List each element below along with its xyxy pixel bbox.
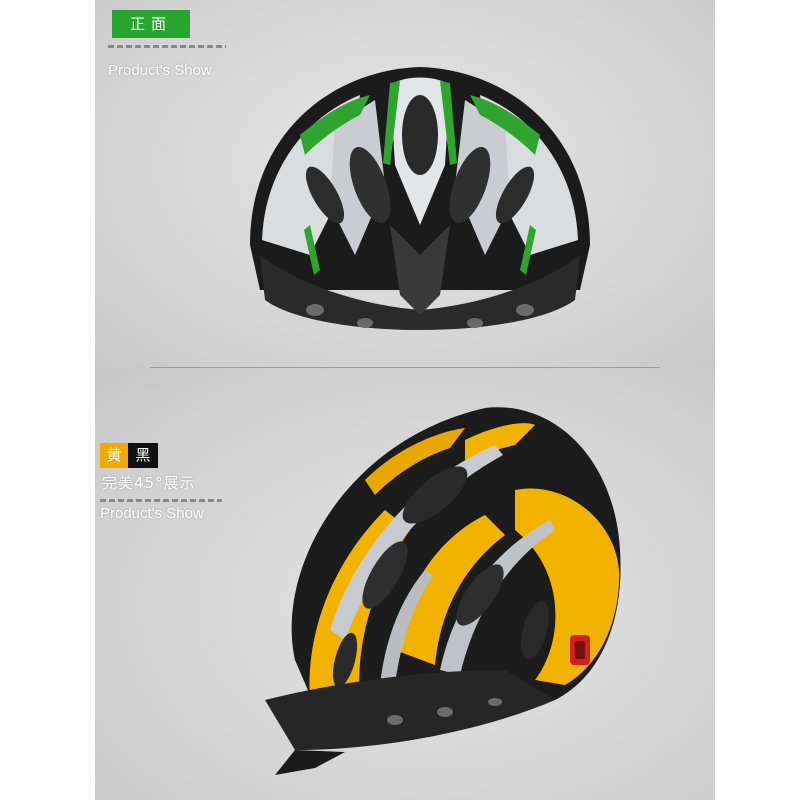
- color-tag-yellow: 黄: [100, 443, 128, 468]
- section-divider: [150, 367, 660, 368]
- helmet-angle-image: [265, 407, 621, 775]
- product-show-label-top: Product's Show: [108, 62, 212, 79]
- dashed-divider-bottom: [100, 499, 222, 502]
- dashed-divider: [108, 45, 226, 48]
- front-view-badge: 正面: [112, 10, 190, 38]
- angle-caption: 完美45°展示: [102, 474, 196, 492]
- color-tag-black: 黑: [128, 443, 158, 468]
- helmet-front-image: [250, 67, 590, 330]
- product-show-label-bottom: Product's Show: [100, 505, 204, 522]
